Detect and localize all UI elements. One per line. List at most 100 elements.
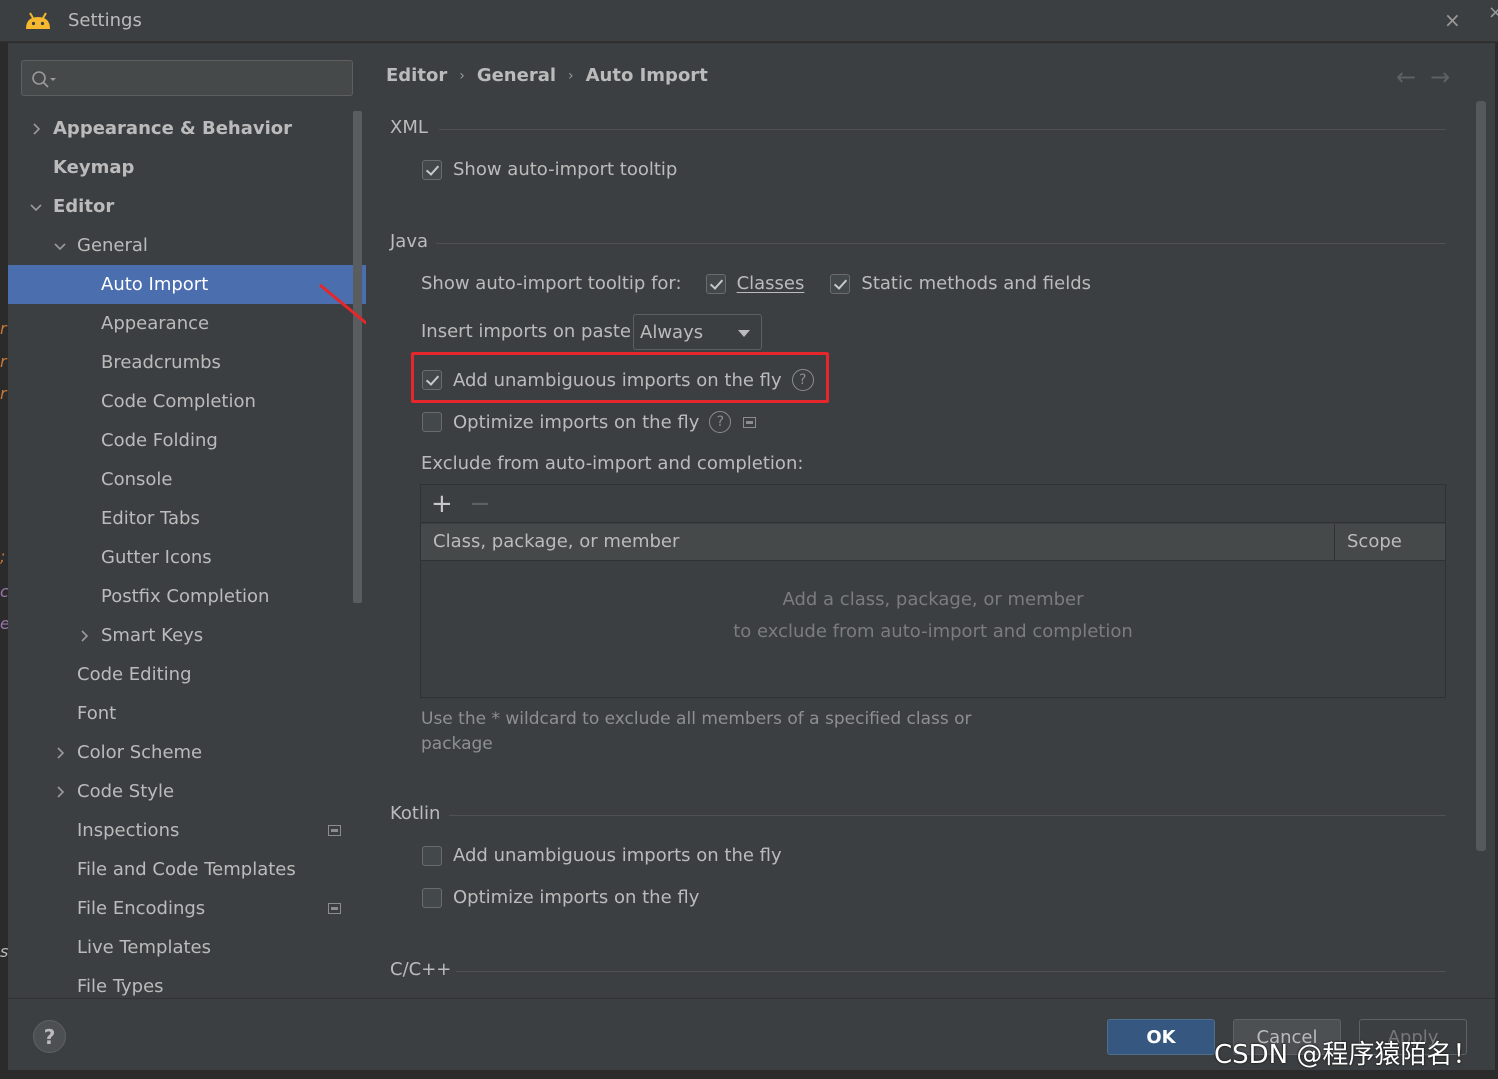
breadcrumb-item[interactable]: General <box>477 65 556 86</box>
back-arrow-icon[interactable]: ← <box>1396 63 1430 91</box>
tree-item-label: General <box>77 235 148 256</box>
remove-icon[interactable]: − <box>469 491 491 517</box>
static-methods-label: Static methods and fields <box>861 273 1091 294</box>
tree-item-keymap[interactable]: Keymap <box>8 148 366 187</box>
annotation-highlight-box <box>411 352 829 403</box>
search-icon <box>32 71 56 88</box>
tree-item-file-code-templates[interactable]: File and Code Templates <box>8 850 366 889</box>
tree-item-console[interactable]: Console <box>8 460 366 499</box>
kotlin-add-unambiguous-checkbox[interactable]: Add unambiguous imports on the fly <box>422 845 782 866</box>
tree-item-label: Postfix Completion <box>101 586 270 607</box>
settings-content: Editor › General › Auto Import ←→ XML Sh… <box>366 43 1495 998</box>
tree-item-font[interactable]: Font <box>8 694 366 733</box>
tree-item-label: Code Editing <box>77 664 192 685</box>
kotlin-optimize-checkbox[interactable]: Optimize imports on the fly <box>422 887 699 908</box>
tree-item-gutter-icons[interactable]: Gutter Icons <box>8 538 366 577</box>
tree-item-label: Appearance & Behavior <box>53 118 293 139</box>
exclude-label: Exclude from auto-import and completion: <box>421 453 804 474</box>
tree-item-code-folding[interactable]: Code Folding <box>8 421 366 460</box>
checkbox-unchecked[interactable] <box>422 845 442 866</box>
help-button[interactable]: ? <box>33 1020 66 1053</box>
help-icon[interactable]: ? <box>709 411 732 433</box>
tree-item-label: Code Folding <box>101 430 218 451</box>
tree-item-appearance-behavior[interactable]: Appearance & Behavior <box>8 109 366 148</box>
breadcrumb: Editor › General › Auto Import <box>386 65 708 86</box>
chevron-right-icon <box>57 785 65 798</box>
tree-item-label: Console <box>101 469 173 490</box>
tree-item-label: Smart Keys <box>101 625 204 646</box>
tree-item-live-templates[interactable]: Live Templates <box>8 928 366 967</box>
tree-item-code-completion[interactable]: Code Completion <box>8 382 366 421</box>
column-divider[interactable] <box>1334 524 1335 561</box>
section-divider <box>436 243 1446 244</box>
tree-item-label: Editor Tabs <box>101 508 200 529</box>
tree-item-code-editing[interactable]: Code Editing <box>8 655 366 694</box>
checkbox-label: Optimize imports on the fly <box>453 411 700 433</box>
background-close-icon: × <box>1488 2 1498 23</box>
breadcrumb-separator: › <box>568 67 574 84</box>
java-optimize-checkbox[interactable]: Optimize imports on the fly ? <box>422 411 757 433</box>
tree-item-label: Editor <box>53 196 115 217</box>
settings-dialog: Appearance & Behavior Keymap Editor Gene… <box>8 43 1495 1070</box>
tree-item-label: Auto Import <box>101 274 209 295</box>
tree-item-label: Inspections <box>77 820 180 841</box>
section-title-xml: XML <box>390 117 428 138</box>
checkbox-unchecked[interactable] <box>422 887 442 908</box>
xml-show-tooltip-checkbox[interactable]: Show auto-import tooltip <box>422 159 677 180</box>
tree-item-label: Gutter Icons <box>101 547 212 568</box>
project-scope-icon <box>328 903 341 914</box>
section-divider <box>439 129 1446 130</box>
tree-item-general[interactable]: General <box>8 226 366 265</box>
search-input[interactable] <box>21 60 353 96</box>
classes-label: Classes <box>736 273 805 294</box>
window-title: Settings <box>68 10 142 31</box>
chevron-right-icon <box>57 746 65 759</box>
forward-arrow-icon[interactable]: → <box>1430 63 1464 91</box>
select-value: Always <box>640 322 704 343</box>
tooltip-for-label: Show auto-import tooltip for: <box>421 273 682 294</box>
tree-item-editor-tabs[interactable]: Editor Tabs <box>8 499 366 538</box>
watermark: CSDN @程序猿陌名！ <box>1214 1040 1479 1070</box>
insert-on-paste-select[interactable]: Always <box>633 314 762 350</box>
tree-item-label: Appearance <box>101 313 210 334</box>
background-editor-strip: rrr ; c e s <box>0 42 10 1079</box>
tree-item-color-scheme[interactable]: Color Scheme <box>8 733 366 772</box>
tree-item-label: File and Code Templates <box>77 859 296 880</box>
tree-item-file-encodings[interactable]: File Encodings <box>8 889 366 928</box>
tree-item-label: Font <box>77 703 117 724</box>
tree-item-label: Breadcrumbs <box>101 352 221 373</box>
add-icon[interactable]: + <box>431 491 453 517</box>
tree-item-smart-keys[interactable]: Smart Keys <box>8 616 366 655</box>
close-icon[interactable]: × <box>1444 8 1461 32</box>
tree-item-code-style[interactable]: Code Style <box>8 772 366 811</box>
section-divider <box>449 815 1446 816</box>
chevron-right-icon <box>81 629 89 642</box>
checkbox-label: Add unambiguous imports on the fly <box>453 845 782 866</box>
chevron-down-icon <box>30 203 42 211</box>
classes-checkbox[interactable] <box>705 273 726 294</box>
tree-item-postfix-completion[interactable]: Postfix Completion <box>8 577 366 616</box>
tree-item-label: File Types <box>77 976 164 997</box>
chevron-right-icon <box>33 122 41 135</box>
content-scrollbar[interactable] <box>1476 101 1486 851</box>
column-header-scope[interactable]: Scope <box>1347 531 1402 552</box>
settings-sidebar: Appearance & Behavior Keymap Editor Gene… <box>8 43 398 998</box>
table-toolbar: + − <box>421 485 1445 523</box>
static-methods-checkbox[interactable] <box>830 273 851 294</box>
checkbox-label: Optimize imports on the fly <box>453 887 700 908</box>
tree-item-label: Color Scheme <box>77 742 203 763</box>
project-scope-icon <box>328 825 341 836</box>
empty-state-line1: Add a class, package, or member <box>782 589 1084 610</box>
tree-item-inspections[interactable]: Inspections <box>8 811 366 850</box>
chevron-down-icon <box>738 330 750 337</box>
breadcrumb-item[interactable]: Editor <box>386 65 447 86</box>
checkbox-checked[interactable] <box>422 159 442 180</box>
column-header-class[interactable]: Class, package, or member <box>433 531 679 552</box>
tree-item-editor[interactable]: Editor <box>8 187 366 226</box>
exclude-table: + − Class, package, or member Scope Add … <box>420 484 1446 698</box>
checkbox-unchecked[interactable] <box>422 412 442 432</box>
ok-button[interactable]: OK <box>1107 1019 1215 1055</box>
insert-on-paste-label: Insert imports on paste: <box>421 321 638 342</box>
wildcard-hint: Use the * wildcard to exclude all member… <box>421 709 972 754</box>
tree-item-label: Code Style <box>77 781 175 802</box>
